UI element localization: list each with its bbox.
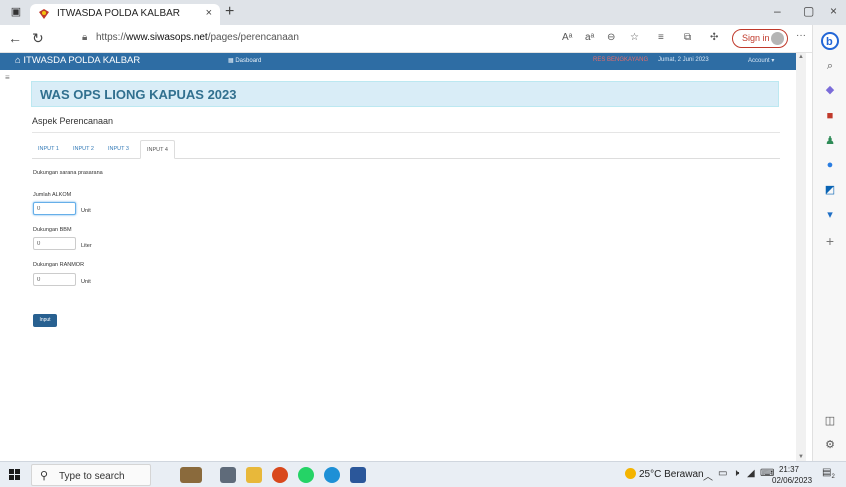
back-icon[interactable]: ← <box>8 30 22 46</box>
field-label-ranmor: Dukungan RANMOR <box>33 262 85 268</box>
collections-icon[interactable]: ⧉ <box>684 32 691 43</box>
tab-title: ITWASDA POLDA KALBAR <box>57 8 181 19</box>
avatar <box>771 32 784 45</box>
tray-chevron-icon[interactable]: ︿ <box>703 468 713 483</box>
clock-date: 02/06/2023 <box>772 476 813 485</box>
clock-time: 21:37 <box>778 465 800 474</box>
taskbar-search[interactable]: ⚲ Type to search <box>31 464 151 486</box>
address-bar-row: ← ↻ 🔒︎ https://www.siwasops.net/pages/pe… <box>0 25 846 53</box>
page-title: WAS OPS LIONG KAPUAS 2023 <box>40 87 237 102</box>
weather-widget[interactable]: 25°C Berawan <box>625 468 704 480</box>
menu-toggle-icon[interactable]: ≡ <box>5 73 10 82</box>
outlook-icon[interactable]: ◩ <box>823 183 837 197</box>
svg-text:b: b <box>826 36 833 48</box>
taskbar-search-placeholder: Type to search <box>59 471 125 482</box>
tab-input-1[interactable]: INPUT 1 <box>32 140 65 159</box>
browser-tab[interactable]: ITWASDA POLDA KALBAR × <box>30 4 220 25</box>
chevron-down-icon: ▾ <box>771 58 775 64</box>
tab-input-3[interactable]: INPUT 3 <box>102 140 135 159</box>
taskbar-clock[interactable]: 21:37 02/06/2023 <box>772 464 813 486</box>
operation-banner: WAS OPS LIONG KAPUAS 2023 <box>31 81 779 107</box>
search-highlight-icon[interactable] <box>180 467 202 483</box>
address-bar[interactable]: 🔒︎ https://www.siwasops.net/pages/perenc… <box>74 29 554 49</box>
font-size-icon[interactable]: aᵃ <box>585 32 594 43</box>
window-close-icon[interactable]: × <box>830 4 837 18</box>
user-unit: RES BENGKAYANG <box>593 57 649 63</box>
site-favicon-icon <box>39 9 49 19</box>
field-label-bbm: Dukungan BBM <box>33 227 72 233</box>
task-view-icon[interactable] <box>220 467 236 483</box>
lock-icon: 🔒︎ <box>82 32 88 43</box>
restore-icon[interactable]: ▢ <box>803 4 814 18</box>
nav-date: Jumat, 2 Juni 2023 <box>658 57 709 63</box>
sign-in-button[interactable]: Sign in <box>732 29 788 48</box>
web-page: ⌂ ITWASDA POLDA KALBAR ▦ Dasboard RES BE… <box>0 53 806 461</box>
word-icon[interactable] <box>350 467 366 483</box>
site-navbar: ⌂ ITWASDA POLDA KALBAR ▦ Dasboard RES BE… <box>0 53 806 70</box>
favorite-add-icon[interactable]: ☆ <box>630 32 639 43</box>
volume-icon[interactable]: 🕨︎ <box>733 468 739 479</box>
games-icon[interactable]: ♟ <box>823 134 837 148</box>
search-icon[interactable]: ⌕ <box>823 59 837 73</box>
drop-icon[interactable]: ▾ <box>823 208 837 222</box>
new-tab-icon[interactable]: + <box>225 3 234 21</box>
edge-sidebar: b ⌕ ◆ ■ ♟ ● ◩ ▾ + ◫ ⚙ <box>812 25 846 461</box>
subheading: Dukungan sarana prasarana <box>33 170 103 176</box>
tab-input-2[interactable]: INPUT 2 <box>67 140 100 159</box>
scroll-up-icon[interactable]: ▲ <box>798 54 804 60</box>
tab-actions-icon[interactable]: ▣ <box>9 5 23 19</box>
whatsapp-icon[interactable] <box>298 467 314 483</box>
refresh-icon[interactable]: ↻ <box>32 30 44 47</box>
bing-copilot-icon[interactable]: b <box>821 32 839 50</box>
split-screen-icon[interactable]: ◫ <box>823 414 837 428</box>
site-brand[interactable]: ⌂ ITWASDA POLDA KALBAR <box>15 55 140 66</box>
browser-tab-strip: ▣ ITWASDA POLDA KALBAR × + – ▢ × <box>0 0 846 25</box>
wifi-icon[interactable]: ◢ <box>747 468 755 479</box>
scroll-down-icon[interactable]: ▼ <box>798 454 804 460</box>
network-icon[interactable]: ▭ <box>718 468 727 479</box>
edge-icon[interactable] <box>324 467 340 483</box>
ranmor-unit: Unit <box>81 279 91 285</box>
tab-input-4[interactable]: INPUT 4 <box>140 140 175 159</box>
weather-icon <box>625 468 636 479</box>
add-icon[interactable]: + <box>823 234 837 248</box>
field-label-alkom: Jumlah ALKOM <box>33 192 72 198</box>
ranmor-input[interactable] <box>33 273 76 286</box>
zoom-icon[interactable]: ⊖ <box>607 32 615 43</box>
input-tabs: INPUT 1 INPUT 2 INPUT 3 INPUT 4 <box>32 140 780 159</box>
search-icon: ⚲ <box>40 470 49 482</box>
more-icon[interactable]: ··· <box>796 30 806 41</box>
office-icon[interactable]: ● <box>823 158 837 172</box>
tools-icon[interactable]: ■ <box>823 109 837 123</box>
file-explorer-icon[interactable] <box>246 467 262 483</box>
shopping-tag-icon[interactable]: ◆ <box>823 83 837 97</box>
settings-icon[interactable]: ⚙ <box>823 438 837 452</box>
extensions-icon[interactable]: ✣ <box>710 32 718 43</box>
page-scrollbar[interactable]: ▲ ▼ <box>796 53 806 461</box>
input-submit-button[interactable]: Input <box>33 314 57 327</box>
read-aloud-icon[interactable]: Aᵃ <box>562 32 572 43</box>
notification-icon[interactable]: ▤2 <box>822 467 836 482</box>
divider <box>32 132 780 133</box>
windows-taskbar: ⚲ Type to search 25°C Berawan ︿ ▭ 🕨︎ ◢ ⌨… <box>0 461 846 487</box>
tab-close-icon[interactable]: × <box>206 7 212 19</box>
dashboard-link[interactable]: ▦ Dasboard <box>228 57 261 64</box>
minimize-icon[interactable]: – <box>774 4 781 18</box>
section-title: Aspek Perencanaan <box>32 116 114 126</box>
bbm-input[interactable] <box>33 237 76 250</box>
alkom-unit: Unit <box>81 208 91 214</box>
windows-start-icon[interactable] <box>9 469 21 481</box>
favorites-icon[interactable]: ≡ <box>658 32 664 43</box>
bbm-unit: Liter <box>81 243 92 249</box>
url-text: https://www.siwasops.net/pages/perencana… <box>96 32 299 43</box>
alkom-input[interactable] <box>33 202 76 215</box>
account-menu[interactable]: Account ▾ <box>748 57 774 64</box>
notification-count: 2 <box>831 474 835 480</box>
app-icon[interactable] <box>272 467 288 483</box>
